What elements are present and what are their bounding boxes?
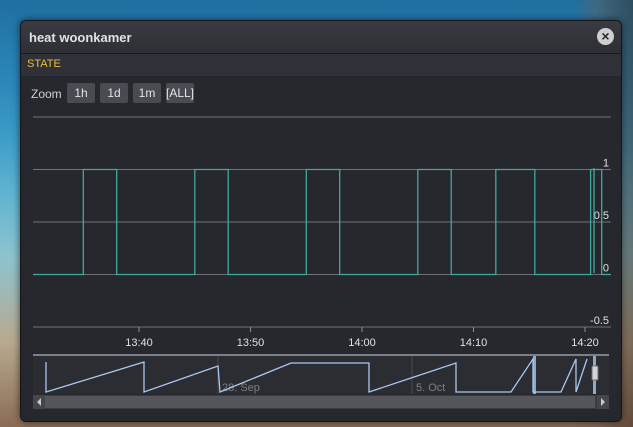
navigator-highlight	[533, 356, 536, 394]
x-axis-ticks: 13:40 13:50 14:00 14:10 14:20	[125, 327, 599, 349]
x-tick-label: 13:40	[125, 337, 153, 349]
y-tick-label: 0	[603, 263, 609, 275]
state-chart: 10.50-0.5 13:40 13:50 14:00 14:10 14:20 28. …	[33, 116, 611, 409]
grid-lines	[33, 116, 611, 328]
navigator[interactable]: 28. Sep 5. Oct	[33, 354, 609, 394]
scrollbar-thumb[interactable]	[45, 396, 595, 408]
y-tick-label: -0.5	[590, 315, 609, 327]
navigator-date-label: 5. Oct	[416, 382, 445, 394]
y-axis-ticks: 10.50-0.5	[590, 158, 609, 328]
x-tick-label: 14:20	[571, 337, 599, 349]
navigator-handle[interactable]	[591, 365, 599, 381]
chart-dialog: heat woonkamer × STATE Zoom 1h 1d 1m [AL…	[20, 20, 622, 422]
x-tick-label: 14:00	[348, 337, 376, 349]
y-tick-label: 1	[603, 158, 609, 170]
scrollbar[interactable]	[33, 395, 609, 409]
x-tick-label: 13:50	[237, 337, 265, 349]
x-tick-label: 14:10	[460, 337, 488, 349]
